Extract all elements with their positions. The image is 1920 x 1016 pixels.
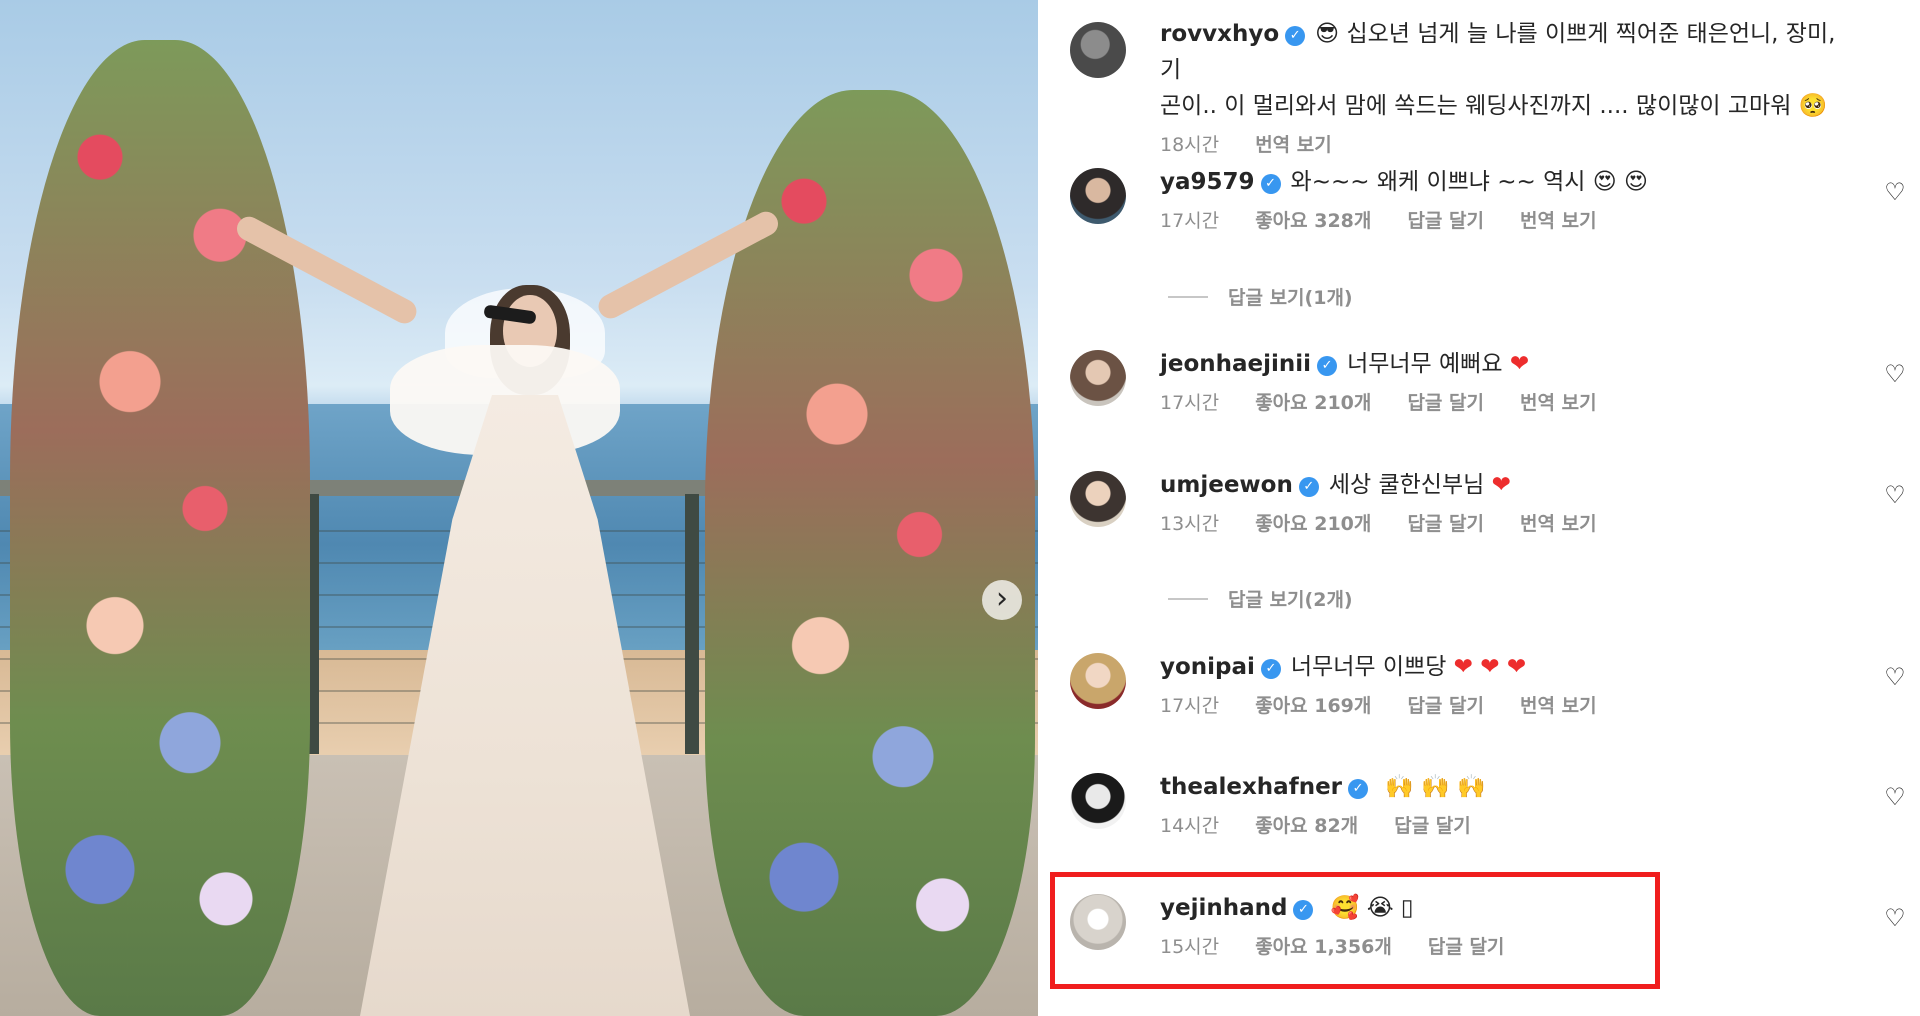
red-heart-icon: ❤ (1509, 351, 1530, 377)
reply-button[interactable]: 답글 달기 (1407, 695, 1484, 717)
timestamp[interactable]: 17시간 (1160, 392, 1219, 414)
comment-text: 세상 쿨한신부님 (1328, 472, 1485, 498)
timestamp[interactable]: 17시간 (1160, 695, 1219, 717)
avatar[interactable] (1070, 773, 1126, 829)
avatar[interactable] (1070, 22, 1126, 78)
likes-count[interactable]: 좋아요 210개 (1255, 392, 1371, 414)
highlight-box (1050, 872, 1660, 989)
avatar[interactable] (1070, 653, 1126, 709)
heart-icon[interactable]: ♡ (1880, 904, 1910, 932)
verified-badge-icon: ✓ (1317, 356, 1338, 376)
reply-button[interactable]: 답글 달기 (1394, 815, 1471, 837)
heart-icon[interactable]: ♡ (1880, 178, 1910, 206)
translate-link[interactable]: 번역 보기 (1520, 513, 1597, 535)
username[interactable]: thealexhafner (1160, 774, 1342, 800)
timestamp[interactable]: 14시간 (1160, 815, 1219, 837)
username[interactable]: jeonhaejinii (1160, 351, 1311, 377)
heart-icon[interactable]: ♡ (1880, 783, 1910, 811)
flower-arch-left (10, 40, 310, 1016)
divider (1168, 598, 1208, 600)
translate-link[interactable]: 번역 보기 (1255, 134, 1332, 156)
translate-link[interactable]: 번역 보기 (1520, 210, 1597, 232)
comment-meta: 18시간 번역 보기 (1160, 130, 1840, 157)
comment-text-line: 곤이.. 이 멀리와서 맘에 쏙드는 웨딩사진까지 .... 많이많이 고마워 (1160, 93, 1792, 119)
comment-text: 너무너무 예뻐요 (1347, 351, 1503, 377)
heart-icon[interactable]: ♡ (1880, 360, 1910, 388)
heart-icon[interactable]: ♡ (1880, 663, 1910, 691)
emoji: 😍 😍 (1592, 169, 1648, 195)
divider (1168, 296, 1208, 298)
verified-badge-icon: ✓ (1260, 659, 1281, 679)
heart-icon[interactable]: ♡ (1880, 481, 1910, 509)
comment-text: 곤이.. 이 멀리와서 맘에 쏙드는 웨딩사진까지 .... 많이많이 고마워 … (1160, 88, 1840, 124)
translate-link[interactable]: 번역 보기 (1520, 392, 1597, 414)
avatar[interactable] (1070, 471, 1126, 527)
post-photo[interactable]: › (0, 0, 1038, 1016)
comment-text: 너무너무 이쁘당 (1290, 654, 1447, 680)
comment-text: 와~~~ 왜케 이쁘냐 ~~ 역시 (1290, 169, 1586, 195)
comment-text: rovvxhyo ✓ 😎 십오년 넘게 늘 나를 이쁘게 찍어준 태은언니, 장미,… (1160, 16, 1840, 88)
likes-count[interactable]: 좋아요 82개 (1255, 815, 1358, 837)
view-replies-link[interactable]: 답글 보기(1개) (1168, 283, 1353, 310)
view-replies-link[interactable]: 답글 보기(2개) (1168, 585, 1353, 612)
reply-button[interactable]: 답글 달기 (1407, 392, 1484, 414)
comment-meta: 13시간 좋아요 210개 답글 달기 번역 보기 (1160, 509, 1840, 536)
likes-count[interactable]: 좋아요 210개 (1255, 513, 1371, 535)
railing-post (685, 494, 699, 754)
red-heart-icon: ❤ ❤ ❤ (1453, 654, 1527, 680)
username[interactable]: umjeewon (1160, 472, 1293, 498)
comment-meta: 17시간 좋아요 210개 답글 달기 번역 보기 (1160, 388, 1840, 415)
timestamp[interactable]: 13시간 (1160, 513, 1219, 535)
comments-panel: rovvxhyo ✓ 😎 십오년 넘게 늘 나를 이쁘게 찍어준 태은언니, 장미,… (1040, 0, 1920, 1016)
view-replies-label: 답글 보기(2개) (1228, 589, 1353, 611)
chevron-right-icon[interactable]: › (982, 580, 1022, 620)
comment-meta: 17시간 좋아요 328개 답글 달기 번역 보기 (1160, 206, 1840, 233)
username[interactable]: ya9579 (1160, 169, 1255, 195)
comment-meta: 17시간 좋아요 169개 답글 달기 번역 보기 (1160, 691, 1840, 718)
emoji: 🙌 🙌 🙌 (1385, 774, 1486, 800)
comment-meta: 14시간 좋아요 82개 답글 달기 (1160, 811, 1840, 838)
red-heart-icon: ❤ (1491, 472, 1511, 498)
avatar[interactable] (1070, 168, 1126, 224)
timestamp[interactable]: 17시간 (1160, 210, 1219, 232)
likes-count[interactable]: 좋아요 328개 (1255, 210, 1371, 232)
verified-badge-icon: ✓ (1285, 26, 1306, 46)
username[interactable]: rovvxhyo (1160, 21, 1279, 47)
verified-badge-icon: ✓ (1298, 477, 1319, 497)
likes-count[interactable]: 좋아요 169개 (1255, 695, 1371, 717)
timestamp[interactable]: 18시간 (1160, 134, 1219, 156)
view-replies-label: 답글 보기(1개) (1228, 287, 1353, 309)
verified-badge-icon: ✓ (1260, 174, 1281, 194)
emoji: 😎 (1315, 21, 1340, 47)
username[interactable]: yonipai (1160, 654, 1255, 680)
emoji: 🥺 (1798, 93, 1828, 119)
reply-button[interactable]: 답글 달기 (1407, 513, 1484, 535)
avatar[interactable] (1070, 350, 1126, 406)
reply-button[interactable]: 답글 달기 (1407, 210, 1484, 232)
verified-badge-icon: ✓ (1348, 779, 1369, 799)
translate-link[interactable]: 번역 보기 (1520, 695, 1597, 717)
